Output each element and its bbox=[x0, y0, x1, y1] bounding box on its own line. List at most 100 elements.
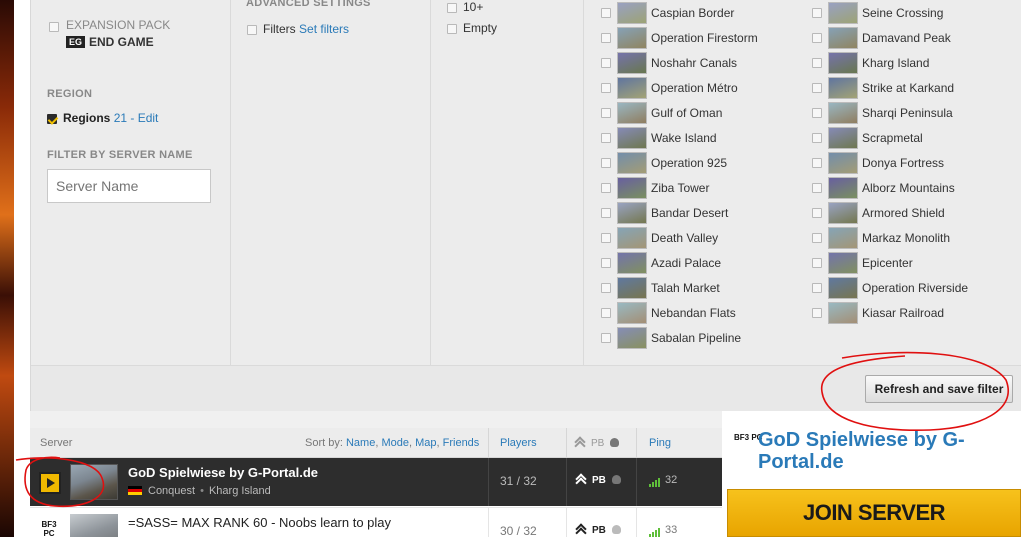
map-thumbnail bbox=[617, 2, 647, 24]
signal-bars-icon bbox=[649, 475, 661, 487]
map-checkbox[interactable] bbox=[601, 133, 611, 143]
map-checkbox[interactable] bbox=[812, 283, 822, 293]
map-checkbox[interactable] bbox=[812, 58, 822, 68]
map-checkbox[interactable] bbox=[601, 33, 611, 43]
map-name: Sharqi Peninsula bbox=[862, 106, 953, 120]
map-checkbox[interactable] bbox=[812, 108, 822, 118]
status-column-header: PB bbox=[566, 428, 636, 458]
server-detail-panel: BF3 PC GoD Spielwiese by G-Portal.de JOI… bbox=[722, 411, 1021, 537]
rank-icon bbox=[576, 474, 586, 484]
server-ping: 32 bbox=[636, 458, 722, 506]
map-thumbnail bbox=[617, 152, 647, 174]
map-checkbox[interactable] bbox=[812, 258, 822, 268]
regions-edit-link[interactable]: - Edit bbox=[127, 111, 158, 125]
regions-checkbox[interactable] bbox=[47, 113, 57, 124]
refresh-save-filter-button[interactable]: Refresh and save filter bbox=[865, 375, 1013, 403]
sort-by-map[interactable]: Map bbox=[415, 437, 436, 449]
rank-icon bbox=[576, 524, 586, 534]
expansion-pack-checkbox[interactable] bbox=[49, 22, 59, 32]
map-checkbox[interactable] bbox=[601, 83, 611, 93]
map-checkbox[interactable] bbox=[812, 208, 822, 218]
filter-column-general: EXPANSION PACK EG END GAME REGION Regions… bbox=[31, 0, 231, 365]
map-checkbox[interactable] bbox=[812, 83, 822, 93]
server-status-icons: PB bbox=[566, 458, 636, 506]
set-filters-link[interactable]: Set filters bbox=[299, 22, 349, 36]
play-icon[interactable] bbox=[39, 472, 61, 494]
map-thumbnail bbox=[828, 227, 858, 249]
punkbuster-badge: PB bbox=[592, 475, 606, 486]
slots-empty-checkbox[interactable] bbox=[447, 23, 457, 34]
map-checkbox[interactable] bbox=[601, 8, 611, 18]
map-checkbox[interactable] bbox=[601, 158, 611, 168]
server-players: 30 / 32 bbox=[488, 508, 566, 537]
background-art-strip bbox=[0, 0, 14, 537]
map-checkbox[interactable] bbox=[601, 283, 611, 293]
sort-by-name[interactable]: Name bbox=[346, 437, 375, 449]
map-checkbox[interactable] bbox=[812, 233, 822, 243]
map-name: Scrapmetal bbox=[862, 131, 923, 145]
map-checkbox[interactable] bbox=[812, 133, 822, 143]
hardcore-skull-icon bbox=[610, 438, 620, 447]
map-checkbox[interactable] bbox=[601, 58, 611, 68]
map-name: Azadi Palace bbox=[651, 256, 722, 270]
players-column-header[interactable]: Players bbox=[488, 428, 566, 458]
map-checkbox[interactable] bbox=[601, 333, 611, 343]
region-section-label: REGION bbox=[47, 88, 93, 100]
map-name: Operation Métro bbox=[651, 81, 738, 95]
join-server-button[interactable]: JOIN SERVER bbox=[727, 489, 1021, 537]
server-row-selected[interactable]: GoD Spielwiese by G-Portal.de Conquest • K… bbox=[30, 458, 722, 506]
advanced-filters-row[interactable]: Filters Set filters bbox=[247, 22, 349, 36]
expansion-pack-title: EXPANSION PACK bbox=[66, 18, 171, 32]
server-list: Server Sort by: Name, Mode, Map, Friends… bbox=[30, 428, 722, 537]
sort-by-label: Sort by: bbox=[305, 437, 343, 449]
server-name: =SASS= MAX RANK 60 - Noobs learn to play bbox=[128, 515, 392, 530]
server-map-thumbnail bbox=[70, 514, 118, 537]
punkbuster-badge: PB bbox=[592, 525, 606, 536]
map-checkbox[interactable] bbox=[812, 8, 822, 18]
map-checkbox[interactable] bbox=[812, 308, 822, 318]
map-checkbox[interactable] bbox=[601, 233, 611, 243]
map-name: Caspian Border bbox=[651, 6, 735, 20]
map-name: Alborz Mountains bbox=[862, 181, 955, 195]
map-thumbnail bbox=[617, 252, 647, 274]
server-players: 31 / 32 bbox=[488, 458, 566, 506]
server-name-input[interactable] bbox=[47, 169, 211, 203]
map-name: Bandar Desert bbox=[651, 206, 729, 220]
sort-by-friends[interactable]: Friends bbox=[443, 437, 480, 449]
sort-by-mode[interactable]: Mode bbox=[381, 437, 409, 449]
map-checkbox[interactable] bbox=[812, 33, 822, 43]
slots-option-empty[interactable]: Empty bbox=[447, 21, 497, 35]
map-checkbox[interactable] bbox=[601, 208, 611, 218]
map-name: Nebandan Flats bbox=[651, 306, 736, 320]
map-name: Noshahr Canals bbox=[651, 56, 738, 70]
server-detail-title[interactable]: GoD Spielwiese by G-Portal.de bbox=[758, 429, 1008, 473]
slots-10plus-checkbox[interactable] bbox=[447, 2, 457, 13]
regions-filter[interactable]: Regions 21 - Edit bbox=[47, 111, 158, 125]
map-thumbnail bbox=[828, 177, 858, 199]
slots-option-10plus[interactable]: 10+ bbox=[447, 0, 483, 14]
filter-column-advanced: ADVANCED SETTINGS Filters Set filters bbox=[231, 0, 431, 365]
map-name: Death Valley bbox=[651, 231, 719, 245]
map-checkbox[interactable] bbox=[812, 183, 822, 193]
map-checkbox[interactable] bbox=[601, 108, 611, 118]
map-checkbox[interactable] bbox=[812, 158, 822, 168]
map-checkbox[interactable] bbox=[601, 308, 611, 318]
advanced-filters-checkbox[interactable] bbox=[247, 24, 257, 35]
server-mode-map: Conquest • Kharg Island bbox=[128, 485, 271, 497]
ping-value: 33 bbox=[665, 524, 678, 536]
map-thumbnail bbox=[828, 302, 858, 324]
server-name: GoD Spielwiese by G-Portal.de bbox=[128, 465, 318, 480]
punkbuster-header: PB bbox=[591, 438, 605, 449]
rank-icon bbox=[575, 437, 585, 447]
server-ping: 33 bbox=[636, 508, 722, 537]
map-thumbnail bbox=[828, 52, 858, 74]
server-status-icons: PB bbox=[566, 508, 636, 537]
map-thumbnail bbox=[617, 27, 647, 49]
map-thumbnail bbox=[828, 152, 858, 174]
map-checkbox[interactable] bbox=[601, 258, 611, 268]
map-name: Ziba Tower bbox=[651, 181, 710, 195]
map-checkbox[interactable] bbox=[601, 183, 611, 193]
map-thumbnail bbox=[617, 127, 647, 149]
server-row[interactable]: BF3 PC =SASS= MAX RANK 60 - Noobs learn t… bbox=[30, 507, 722, 537]
ping-column-header[interactable]: Ping bbox=[636, 428, 722, 458]
